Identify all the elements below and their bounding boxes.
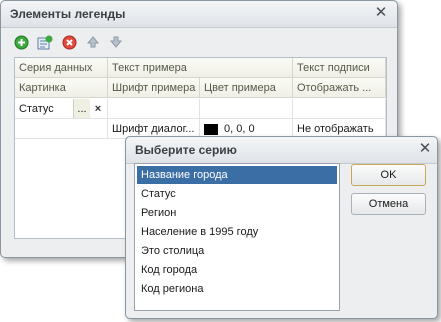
- table-cell[interactable]: [108, 99, 200, 119]
- legend-window-title: Элементы легенды: [10, 7, 126, 21]
- column-header-picture[interactable]: Картинка: [15, 78, 108, 98]
- column-header-display[interactable]: Отображать ...: [293, 78, 386, 98]
- column-header-caption-text[interactable]: Текст подписи: [293, 58, 386, 78]
- list-item[interactable]: Код региона: [137, 280, 337, 298]
- arrow-up-icon[interactable]: [85, 34, 101, 50]
- column-header-sample-color[interactable]: Цвет примера: [200, 78, 293, 98]
- dialog-title: Выберите серию: [135, 143, 237, 157]
- list-item[interactable]: Регион: [137, 204, 337, 222]
- column-header-sample-text[interactable]: Текст примера: [108, 58, 293, 78]
- table-cell[interactable]: [15, 119, 108, 139]
- dialog-titlebar: Выберите серию ✕: [126, 137, 437, 164]
- list-item[interactable]: Население в 1995 году: [137, 223, 337, 241]
- table-cell[interactable]: [200, 99, 293, 119]
- delete-circle-icon[interactable]: [61, 34, 77, 50]
- add-circle-icon[interactable]: [13, 34, 29, 50]
- legend-window-titlebar: Элементы легенды ✕: [1, 1, 397, 28]
- series-value: Статус: [19, 103, 54, 115]
- table-row[interactable]: Статус ... ×: [15, 99, 108, 119]
- arrow-down-icon[interactable]: [108, 34, 124, 50]
- color-value: 0, 0, 0: [224, 123, 255, 135]
- list-item[interactable]: Статус: [137, 185, 337, 203]
- series-list[interactable]: Название города Статус Регион Население …: [134, 163, 340, 311]
- close-icon[interactable]: ✕: [373, 5, 389, 21]
- edit-list-icon[interactable]: [37, 34, 53, 50]
- list-item[interactable]: Код города: [137, 261, 337, 279]
- ok-button[interactable]: OK: [351, 164, 426, 186]
- column-header-sample-font[interactable]: Шрифт примера: [108, 78, 200, 98]
- clear-icon[interactable]: ×: [90, 99, 106, 118]
- cancel-button[interactable]: Отмена: [351, 193, 426, 215]
- select-series-dialog: Выберите серию ✕ Название города Статус …: [125, 136, 438, 319]
- column-header-series[interactable]: Серия данных: [15, 58, 108, 78]
- list-item[interactable]: Это столица: [137, 242, 337, 260]
- table-cell[interactable]: [293, 99, 386, 119]
- close-icon[interactable]: ✕: [417, 141, 433, 157]
- color-swatch: [204, 123, 218, 135]
- list-item[interactable]: Название города: [137, 166, 337, 184]
- choose-button[interactable]: ...: [73, 99, 90, 118]
